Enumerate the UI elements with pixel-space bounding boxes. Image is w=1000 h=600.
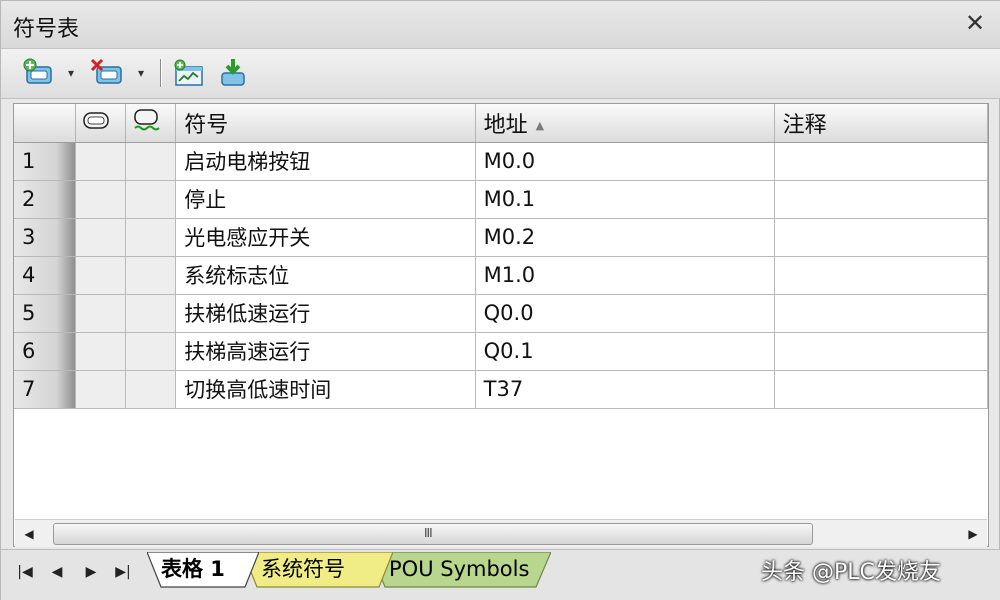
scroll-thumb[interactable]: III <box>53 523 813 545</box>
address-cell[interactable]: M0.1 <box>475 180 775 219</box>
comment-cell[interactable] <box>774 218 988 257</box>
toolbar-separator <box>160 59 162 87</box>
tab-system-symbols[interactable]: 系统符号 <box>243 552 393 588</box>
toolbar: ▾ ▾ <box>1 49 1000 99</box>
row-number[interactable]: 6 <box>14 332 77 371</box>
symbol-cell[interactable]: 光电感应开关 <box>175 218 476 257</box>
watermark: 头条 @PLC发烧友 <box>761 560 941 585</box>
comment-column-header[interactable]: 注释 <box>774 104 988 143</box>
symbol-grid: 符号 地址 ▲ 注释 1 启动电梯按钮 M0.0 2 停止 M0.1 3 光电感… <box>13 103 989 547</box>
first-tab-button[interactable]: |◀ <box>13 560 37 584</box>
prev-tab-button[interactable]: ◀ <box>45 560 69 584</box>
table-row[interactable]: 5 扶梯低速运行 Q0.0 <box>14 294 988 333</box>
comment-cell[interactable] <box>774 370 988 409</box>
title-bar: 符号表 ✕ <box>1 1 1000 49</box>
insert-dropdown-button[interactable]: ▾ <box>63 57 79 89</box>
next-tab-button[interactable]: ▶ <box>79 560 103 584</box>
address-column-header[interactable]: 地址 ▲ <box>475 104 775 143</box>
scroll-grip: III <box>424 526 433 540</box>
overlap-indicator-icon <box>83 112 110 129</box>
overlap-cell <box>75 370 127 409</box>
unused-cell <box>125 180 177 219</box>
scroll-left-button[interactable]: ◀ <box>19 524 39 544</box>
symbol-cell[interactable]: 启动电梯按钮 <box>175 142 476 181</box>
table-row[interactable]: 2 停止 M0.1 <box>14 180 988 219</box>
address-header-label: 地址 <box>483 112 528 138</box>
table-row[interactable]: 7 切换高低速时间 T37 <box>14 370 988 409</box>
tab-label: 表格 1 <box>161 557 225 581</box>
tab-pou-symbols[interactable]: POU Symbols <box>371 552 551 588</box>
delete-row-button[interactable] <box>89 57 123 89</box>
overlap-cell <box>75 256 127 295</box>
unused-cell <box>125 370 177 409</box>
comment-cell[interactable] <box>774 256 988 295</box>
comment-cell[interactable] <box>774 332 988 371</box>
symbol-table-window: 符号表 ✕ ▾ ▾ 符号 地址 ▲ 注释 1 启动电梯按钮 M0.0 2 停止 … <box>0 0 1000 600</box>
address-cell[interactable]: Q0.1 <box>475 332 775 371</box>
tab-table-1[interactable]: 表格 1 <box>147 552 259 588</box>
address-cell[interactable]: T37 <box>475 370 775 409</box>
symbol-table: 符号 地址 ▲ 注释 1 启动电梯按钮 M0.0 2 停止 M0.1 3 光电感… <box>14 104 988 409</box>
symbol-column-header[interactable]: 符号 <box>175 104 476 143</box>
comment-cell[interactable] <box>774 180 988 219</box>
overlap-cell <box>75 332 127 371</box>
row-number[interactable]: 1 <box>14 142 77 181</box>
table-row[interactable]: 1 启动电梯按钮 M0.0 <box>14 142 988 181</box>
overlap-cell <box>75 180 127 219</box>
table-row[interactable]: 4 系统标志位 M1.0 <box>14 256 988 295</box>
window-title: 符号表 <box>13 17 80 42</box>
unused-column-header[interactable] <box>125 104 177 143</box>
symbol-cell[interactable]: 切换高低速时间 <box>175 370 476 409</box>
sort-ascending-icon: ▲ <box>535 119 545 133</box>
delete-row-icon <box>90 58 122 84</box>
apply-download-icon <box>221 59 245 86</box>
symbol-cell[interactable]: 停止 <box>175 180 476 219</box>
address-cell[interactable]: M0.2 <box>475 218 775 257</box>
address-cell[interactable]: Q0.0 <box>475 294 775 333</box>
symbol-cell[interactable]: 扶梯低速运行 <box>175 294 476 333</box>
row-number[interactable]: 5 <box>14 294 77 333</box>
header-row: 符号 地址 ▲ 注释 <box>14 104 988 143</box>
address-cell[interactable]: M0.0 <box>475 142 775 181</box>
tab-label: POU Symbols <box>389 557 530 581</box>
delete-dropdown-button[interactable]: ▾ <box>133 57 149 89</box>
row-number[interactable]: 2 <box>14 180 77 219</box>
unused-indicator-icon <box>134 109 160 131</box>
table-row[interactable]: 3 光电感应开关 M0.2 <box>14 218 988 257</box>
comment-cell[interactable] <box>774 142 988 181</box>
overlap-cell <box>75 294 127 333</box>
overlap-cell <box>75 218 127 257</box>
row-number[interactable]: 4 <box>14 256 77 295</box>
close-button[interactable]: ✕ <box>963 11 987 35</box>
insert-row-button[interactable] <box>21 57 55 89</box>
create-unused-button[interactable] <box>171 57 205 89</box>
horizontal-scrollbar[interactable]: ◀ III ▶ <box>15 519 987 547</box>
last-tab-button[interactable]: ▶| <box>111 560 135 584</box>
address-cell[interactable]: M1.0 <box>475 256 775 295</box>
insert-row-icon <box>23 58 52 84</box>
unused-cell <box>125 294 177 333</box>
scroll-right-button[interactable]: ▶ <box>963 524 983 544</box>
unused-cell <box>125 142 177 181</box>
symbol-cell[interactable]: 扶梯高速运行 <box>175 332 476 371</box>
table-chart-icon <box>174 59 203 86</box>
unused-cell <box>125 256 177 295</box>
symbol-cell[interactable]: 系统标志位 <box>175 256 476 295</box>
corner-header[interactable] <box>14 104 77 143</box>
overlap-cell <box>75 142 127 181</box>
unused-cell <box>125 218 177 257</box>
apply-to-program-button[interactable] <box>215 57 249 89</box>
row-number[interactable]: 7 <box>14 370 77 409</box>
overlap-column-header[interactable] <box>75 104 127 143</box>
unused-cell <box>125 332 177 371</box>
table-row[interactable]: 6 扶梯高速运行 Q0.1 <box>14 332 988 371</box>
comment-cell[interactable] <box>774 294 988 333</box>
row-number[interactable]: 3 <box>14 218 77 257</box>
